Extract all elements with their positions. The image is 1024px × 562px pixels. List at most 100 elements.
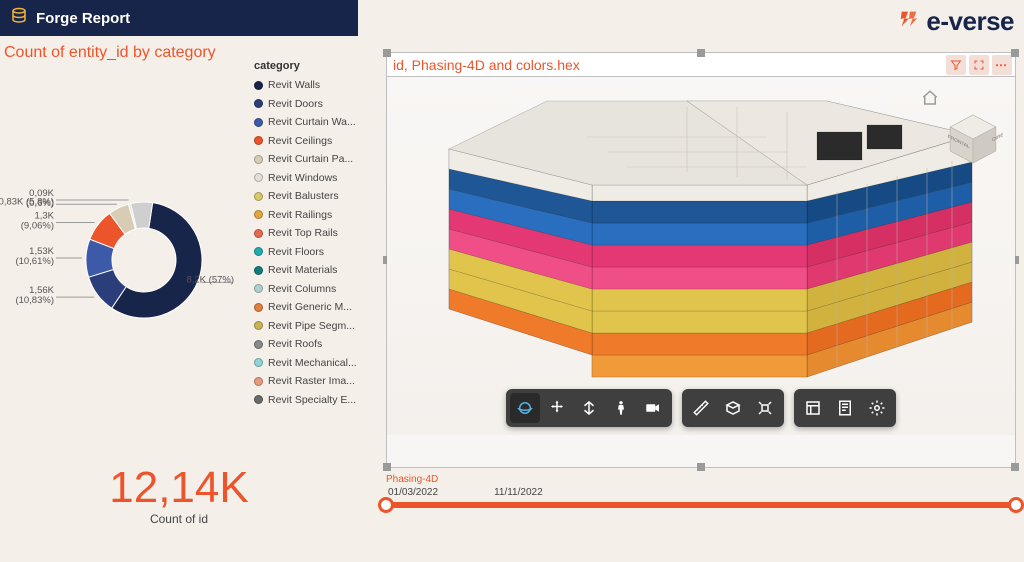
brand-mark-icon (898, 6, 920, 37)
legend-item[interactable]: Revit Materials (254, 261, 358, 280)
viewer-panel: id, Phasing-4D and colors.hex ⋯ FRONTAL … (386, 52, 1016, 468)
legend-label: Revit Curtain Pa... (268, 150, 353, 169)
filter-icon[interactable] (946, 55, 966, 75)
kpi-card: 12,14K Count of id (0, 466, 358, 526)
legend-label: Revit Specialty E... (268, 391, 356, 410)
viewer-toolbar (506, 389, 896, 427)
home-icon[interactable] (921, 89, 939, 112)
resize-handle[interactable] (383, 463, 391, 471)
zoom-icon[interactable] (574, 393, 604, 423)
legend-label: Revit Walls (268, 76, 320, 95)
slider-thumb-end[interactable] (1008, 497, 1024, 513)
legend-swatch (254, 99, 263, 108)
legend-label: Revit Top Rails (268, 224, 338, 243)
legend-swatch (254, 229, 263, 238)
legend-swatch (254, 266, 263, 275)
legend-label: Revit Railings (268, 206, 332, 225)
camera-icon[interactable] (638, 393, 668, 423)
donut-data-label: (0,6%) (26, 198, 54, 209)
legend-label: Revit Generic M... (268, 298, 352, 317)
slider-thumb-start[interactable] (378, 497, 394, 513)
legend-swatch (254, 247, 263, 256)
report-title: Forge Report (36, 10, 130, 27)
slider-title: Phasing-4D (386, 474, 1016, 485)
donut-data-label: (9,06%) (21, 220, 54, 231)
legend-swatch (254, 118, 263, 127)
report-header: Forge Report (0, 0, 358, 36)
legend-item[interactable]: Revit Mechanical... (254, 354, 358, 373)
legend-swatch (254, 284, 263, 293)
orbit-icon[interactable] (510, 393, 540, 423)
legend-swatch (254, 303, 263, 312)
legend-item[interactable]: Revit Ceilings (254, 132, 358, 151)
slider-track[interactable] (386, 502, 1016, 508)
chart-title: Count of entity_id by category (0, 40, 358, 66)
legend-item[interactable]: Revit Raster Ima... (254, 372, 358, 391)
legend-item[interactable]: Revit Roofs (254, 335, 358, 354)
resize-handle[interactable] (697, 463, 705, 471)
legend-swatch (254, 340, 263, 349)
legend-item[interactable]: Revit Windows (254, 169, 358, 188)
donut-data-label: (10,83%) (15, 295, 54, 306)
legend-label: Revit Balusters (268, 187, 339, 206)
legend-swatch (254, 155, 263, 164)
section-icon[interactable] (718, 393, 748, 423)
resize-handle[interactable] (697, 49, 705, 57)
legend-label: Revit Mechanical... (268, 354, 357, 373)
resize-handle[interactable] (1011, 463, 1019, 471)
legend-item[interactable]: Revit Balusters (254, 187, 358, 206)
donut-chart[interactable]: 8,2K (57%)1,56K(10,83%)1,53K(10,61%)1,3K… (4, 150, 244, 350)
legend-item[interactable]: Revit Specialty E... (254, 391, 358, 410)
legend-label: Revit Doors (268, 95, 323, 114)
resize-handle[interactable] (383, 49, 391, 57)
pan-icon[interactable] (542, 393, 572, 423)
legend-swatch (254, 377, 263, 386)
legend-swatch (254, 136, 263, 145)
kpi-value: 12,14K (0, 466, 358, 510)
legend-swatch (254, 81, 263, 90)
legend-item[interactable]: Revit Columns (254, 280, 358, 299)
legend-swatch (254, 173, 263, 182)
legend-label: Revit Materials (268, 261, 337, 280)
focus-icon[interactable] (969, 55, 989, 75)
legend-label: Revit Windows (268, 169, 337, 188)
legend-swatch (254, 358, 263, 367)
legend-item[interactable]: Revit Curtain Wa... (254, 113, 358, 132)
legend-swatch (254, 210, 263, 219)
legend-label: Revit Ceilings (268, 132, 332, 151)
measure-icon[interactable] (686, 393, 716, 423)
settings-icon[interactable] (862, 393, 892, 423)
legend-item[interactable]: Revit Curtain Pa... (254, 150, 358, 169)
kpi-label: Count of id (0, 512, 358, 526)
viewer-canvas[interactable]: FRONTAL DIREITA (387, 77, 1015, 435)
viewcube[interactable]: FRONTAL DIREITA (943, 109, 1003, 169)
viewer-title: id, Phasing-4D and colors.hex (387, 57, 946, 73)
legend-item[interactable]: Revit Railings (254, 206, 358, 225)
legend-item[interactable]: Revit Floors (254, 243, 358, 262)
building-model (387, 77, 1015, 435)
phasing-slider: Phasing-4D 01/03/2022 11/11/2022 (386, 474, 1016, 508)
slider-date-start: 01/03/2022 (388, 487, 438, 498)
explode-icon[interactable] (750, 393, 780, 423)
legend-item[interactable]: Revit Generic M... (254, 298, 358, 317)
resize-handle[interactable] (1011, 49, 1019, 57)
legend-label: Revit Pipe Segm... (268, 317, 355, 336)
first-person-icon[interactable] (606, 393, 636, 423)
slider-date-end: 11/11/2022 (494, 487, 543, 498)
legend-label: Revit Roofs (268, 335, 322, 354)
legend-label: Revit Raster Ima... (268, 372, 355, 391)
model-browser-icon[interactable] (798, 393, 828, 423)
properties-icon[interactable] (830, 393, 860, 423)
donut-data-label: 8,2K (57%) (186, 274, 234, 285)
legend-item[interactable]: Revit Doors (254, 95, 358, 114)
legend-swatch (254, 395, 263, 404)
legend-label: Revit Columns (268, 280, 336, 299)
legend-item[interactable]: Revit Pipe Segm... (254, 317, 358, 336)
more-icon[interactable]: ⋯ (992, 55, 1012, 75)
legend-item[interactable]: Revit Walls (254, 76, 358, 95)
legend-item[interactable]: Revit Top Rails (254, 224, 358, 243)
legend-label: Revit Floors (268, 243, 324, 262)
donut-data-label: (10,61%) (15, 256, 54, 267)
brand-text: e-verse (926, 6, 1014, 37)
legend-swatch (254, 321, 263, 330)
